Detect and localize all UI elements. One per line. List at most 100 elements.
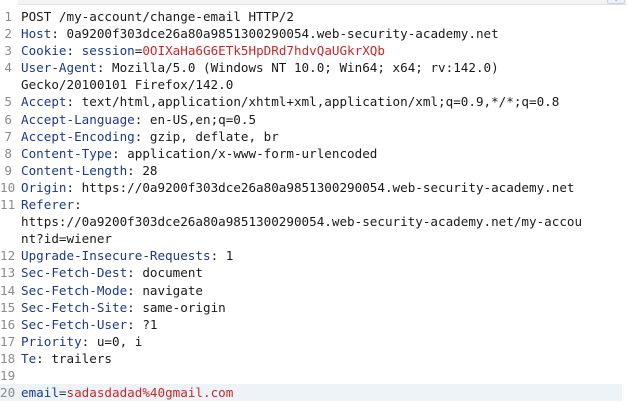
header-name: Priority bbox=[21, 333, 82, 349]
request-line[interactable]: 11 Referer: bbox=[0, 196, 627, 213]
request-line[interactable]: 9 Content-Length: 28 bbox=[0, 162, 627, 179]
header-name: Upgrade-Insecure-Requests bbox=[21, 248, 211, 264]
header-separator: : bbox=[127, 265, 143, 281]
header-separator: : bbox=[74, 197, 82, 213]
line-content: Origin: https://0a9200f303dce26a80a98513… bbox=[21, 179, 575, 196]
line-number: 8 bbox=[4, 145, 12, 161]
header-name: Cookie bbox=[21, 43, 67, 59]
header-value: document bbox=[142, 265, 203, 281]
header-value: https://0a9200f303dce26a80a9851300290054… bbox=[81, 179, 575, 195]
header-name: Accept bbox=[21, 94, 67, 110]
request-line[interactable]: 19 bbox=[0, 367, 627, 384]
request-line[interactable]: https://0a9200f303dce26a80a9851300290054… bbox=[0, 213, 627, 230]
header-value: application/x-www-form-urlencoded bbox=[127, 145, 378, 161]
header-name: Sec-Fetch-Site bbox=[21, 299, 128, 315]
line-number: 7 bbox=[4, 128, 12, 144]
line-number: 15 bbox=[0, 299, 16, 315]
line-content: Content-Length: 28 bbox=[21, 162, 158, 179]
header-value: en-US,en;q=0.5 bbox=[149, 111, 257, 127]
header-name: Sec-Fetch-Dest bbox=[21, 265, 128, 281]
line-number: 19 bbox=[0, 367, 16, 383]
line-number: 6 bbox=[4, 111, 12, 127]
line-content: User-Agent: Mozilla/5.0 (Windows NT 10.0… bbox=[21, 59, 499, 76]
request-line[interactable]: 5 Accept: text/html,application/xhtml+xml… bbox=[0, 93, 627, 110]
request-line[interactable]: 1 POST /my-account/change-email HTTP/2 bbox=[0, 8, 627, 25]
request-line[interactable]: 14 Sec-Fetch-Mode: navigate bbox=[0, 282, 627, 299]
request-line[interactable]: 16 Sec-Fetch-User: ?1 bbox=[0, 316, 627, 333]
line-content: Host: 0a9200f303dce26a80a9851300290054.w… bbox=[21, 25, 499, 42]
header-name: Content-Type bbox=[21, 145, 112, 161]
request-line[interactable]: 8 Content-Type: application/x-www-form-ur… bbox=[0, 145, 627, 162]
line-content: POST /my-account/change-email HTTP/2 bbox=[21, 8, 294, 25]
request-line[interactable]: 15 Sec-Fetch-Site: same-origin bbox=[0, 299, 627, 316]
body-param-value: sadasdadad%40gmail.com bbox=[66, 385, 234, 401]
expand-icon[interactable]: ▾ bbox=[607, 0, 625, 4]
request-line[interactable]: Gecko/20100101 Firefox/142.0 bbox=[0, 76, 627, 93]
request-line[interactable]: 10 Origin: https://0a9200f303dce26a80a985… bbox=[0, 179, 627, 196]
line-number: 4 bbox=[4, 60, 12, 76]
line-number: 18 bbox=[0, 350, 16, 366]
request-editor[interactable]: ▾ 1POST /my-account/change-email HTTP/22… bbox=[0, 0, 627, 411]
line-content: Accept-Encoding: gzip, deflate, br bbox=[21, 128, 279, 145]
line-content: Referer: bbox=[21, 196, 82, 213]
request-line[interactable]: 2 Host: 0a9200f303dce26a80a9851300290054.… bbox=[0, 25, 627, 42]
request-line[interactable]: 12 Upgrade-Insecure-Requests: 1 bbox=[0, 247, 627, 264]
header-value: same-origin bbox=[142, 299, 226, 315]
header-separator: : bbox=[66, 179, 82, 195]
header-name: Host bbox=[21, 26, 52, 42]
request-line[interactable]: 6 Accept-Language: en-US,en;q=0.5 bbox=[0, 111, 627, 128]
line-content: email=sadasdadad%40gmail.com bbox=[21, 384, 233, 401]
header-name: Sec-Fetch-User bbox=[21, 316, 128, 332]
request-line[interactable]: 17 Priority: u=0, i bbox=[0, 333, 627, 350]
line-content: Sec-Fetch-Mode: navigate bbox=[21, 282, 203, 299]
header-value: ?1 bbox=[142, 316, 158, 332]
line-number: 5 bbox=[4, 94, 12, 110]
header-separator: : bbox=[134, 111, 150, 127]
line-number: 16 bbox=[0, 316, 16, 332]
header-separator: : bbox=[36, 350, 52, 366]
request-line[interactable]: nt?id=wiener bbox=[0, 230, 627, 247]
line-number: 13 bbox=[0, 265, 16, 281]
request-line[interactable]: 13 Sec-Fetch-Dest: document bbox=[0, 264, 627, 281]
line-content: https://0a9200f303dce26a80a9851300290054… bbox=[21, 213, 582, 230]
header-separator: : bbox=[66, 43, 82, 59]
request-line[interactable]: 4 User-Agent: Mozilla/5.0 (Windows NT 10.… bbox=[0, 59, 627, 76]
header-name: Sec-Fetch-Mode bbox=[21, 282, 128, 298]
request-line[interactable]: 3 Cookie: session=0OIXaHa6G6ETk5HpDRd7hdv… bbox=[0, 42, 627, 59]
line-text: https://0a9200f303dce26a80a9851300290054… bbox=[21, 214, 583, 230]
header-value: u=0, i bbox=[96, 333, 143, 349]
line-number: 11 bbox=[0, 197, 16, 213]
line-content: Te: trailers bbox=[21, 350, 112, 367]
header-separator: : bbox=[127, 316, 143, 332]
request-line[interactable]: 18 Te: trailers bbox=[0, 350, 627, 367]
request-line[interactable]: 7 Accept-Encoding: gzip, deflate, br bbox=[0, 128, 627, 145]
line-number: 2 bbox=[4, 26, 12, 42]
line-content: Sec-Fetch-Site: same-origin bbox=[21, 299, 226, 316]
body-param-equals: = bbox=[58, 385, 67, 401]
line-number: 14 bbox=[0, 282, 16, 298]
line-number: 10 bbox=[0, 179, 16, 195]
header-value: text/html,application/xhtml+xml,applicat… bbox=[81, 94, 560, 110]
header-name: User-Agent bbox=[21, 60, 97, 76]
line-text: Gecko/20100101 Firefox/142.0 bbox=[21, 77, 234, 93]
cookie-name: session bbox=[81, 43, 135, 59]
body-param-name: email bbox=[21, 385, 59, 401]
header-separator: : bbox=[66, 94, 82, 110]
line-text: nt?id=wiener bbox=[21, 231, 112, 247]
header-separator: : bbox=[127, 299, 143, 315]
header-value: Mozilla/5.0 (Windows NT 10.0; Win64; x64… bbox=[112, 60, 499, 76]
line-content: Sec-Fetch-User: ?1 bbox=[21, 316, 158, 333]
line-content: Accept-Language: en-US,en;q=0.5 bbox=[21, 111, 256, 128]
header-separator: : bbox=[127, 282, 143, 298]
request-line[interactable]: 20 email=sadasdadad%40gmail.com bbox=[0, 384, 622, 402]
line-content: Accept: text/html,application/xhtml+xml,… bbox=[21, 93, 559, 110]
header-separator: : bbox=[112, 145, 128, 161]
header-name: Accept-Encoding bbox=[21, 128, 135, 144]
editor-top-strip: ▾ bbox=[0, 0, 627, 5]
header-separator: : bbox=[51, 26, 67, 42]
header-value: 28 bbox=[142, 162, 158, 178]
line-content: Sec-Fetch-Dest: document bbox=[21, 264, 203, 281]
line-text: POST /my-account/change-email HTTP/2 bbox=[21, 9, 294, 24]
line-number: 1 bbox=[4, 9, 12, 24]
header-value: navigate bbox=[142, 282, 203, 298]
